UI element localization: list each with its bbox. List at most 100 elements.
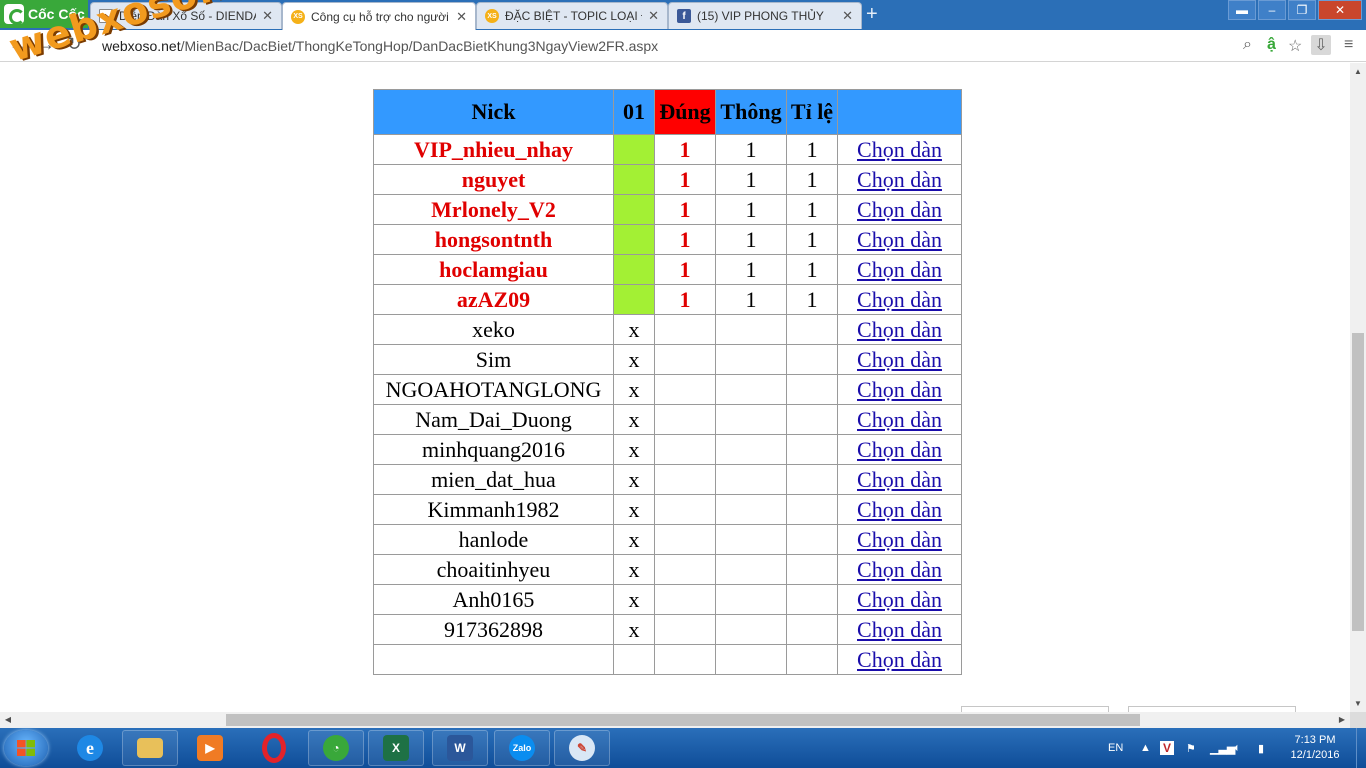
chon-dan-link[interactable]: Chọn dàn bbox=[857, 227, 942, 252]
file-explorer-icon[interactable] bbox=[122, 730, 178, 766]
close-icon[interactable]: ✕ bbox=[456, 9, 467, 25]
chon-dan-link[interactable]: Chọn dàn bbox=[857, 317, 942, 342]
tab-title: (15) VIP PHONG THỦY bbox=[697, 9, 824, 23]
show-desktop-button[interactable] bbox=[1356, 728, 1366, 768]
horizontal-scrollbar[interactable]: ◀ ▶ bbox=[0, 712, 1350, 728]
nick-cell: hanlode bbox=[373, 524, 614, 555]
coccoc-taskbar-icon[interactable]: ◔ bbox=[308, 730, 364, 766]
vertical-scroll-thumb[interactable] bbox=[1352, 333, 1364, 631]
tab-vip-phong-thuy[interactable]: f (15) VIP PHONG THỦY ✕ bbox=[668, 2, 862, 29]
table-row: nguyet 1 1 1 Chọn dàn bbox=[373, 164, 962, 195]
show-hidden-icons-icon[interactable]: ▲ bbox=[1140, 728, 1151, 768]
chon-dan-link[interactable]: Chọn dàn bbox=[857, 167, 942, 192]
ti-le-cell bbox=[786, 614, 838, 645]
dung-cell: 1 bbox=[654, 254, 716, 285]
battery-icon[interactable]: ▮ bbox=[1258, 728, 1264, 768]
chon-dan-link[interactable]: Chọn dàn bbox=[857, 557, 942, 582]
address-bar[interactable]: webxoso.net/MienBac/DacBiet/ThongKeTongH… bbox=[96, 34, 1238, 58]
chon-dan-link[interactable]: Chọn dàn bbox=[857, 377, 942, 402]
chon-dan-link[interactable]: Chọn dàn bbox=[857, 587, 942, 612]
chon-dan-link[interactable]: Chọn dàn bbox=[857, 497, 942, 522]
zalo-icon[interactable]: Zalo bbox=[494, 730, 550, 766]
chon-dan-link[interactable]: Chọn dàn bbox=[857, 347, 942, 372]
chon-dan-link[interactable]: Chọn dàn bbox=[857, 287, 942, 312]
nick-cell: VIP_nhieu_nhay bbox=[373, 134, 614, 165]
language-indicator[interactable]: EN bbox=[1108, 728, 1123, 768]
antivirus-tray-icon[interactable]: V bbox=[1160, 728, 1175, 768]
facebook-favicon-icon: f bbox=[677, 9, 691, 23]
flag-icon[interactable]: ⚑ bbox=[1186, 728, 1196, 768]
network-signal-icon[interactable]: ▁▃▅ bbox=[1210, 728, 1235, 768]
tab-cong-cu[interactable]: XS Công cụ hỗ trợ cho người ✕ bbox=[282, 2, 476, 30]
volume-icon[interactable]: 🔈︎ bbox=[1234, 728, 1241, 768]
chon-dan-link[interactable]: Chọn dàn bbox=[857, 437, 942, 462]
translate-icon[interactable]: ậ bbox=[1267, 36, 1276, 54]
settings-menu-icon[interactable]: ≡ bbox=[1344, 36, 1353, 54]
zoom-search-icon[interactable]: ⌕ bbox=[1243, 36, 1252, 54]
chon-dan-link[interactable]: Chọn dàn bbox=[857, 197, 942, 222]
close-icon[interactable]: ✕ bbox=[262, 8, 273, 24]
bookmark-star-icon[interactable]: ☆ bbox=[1288, 36, 1302, 56]
scroll-right-arrow-icon[interactable]: ▶ bbox=[1334, 712, 1350, 728]
dung-cell bbox=[654, 524, 716, 555]
paint-icon[interactable]: ✎ bbox=[554, 730, 610, 766]
nick-cell: hoclamgiau bbox=[373, 254, 614, 285]
table-row: hongsontnth 1 1 1 Chọn dàn bbox=[373, 224, 962, 255]
table-row: Sim x Chọn dàn bbox=[373, 344, 962, 375]
table-row: Mrlonely_V2 1 1 1 Chọn dàn bbox=[373, 194, 962, 225]
window-close-icon[interactable]: ✕ bbox=[1318, 0, 1362, 20]
chon-dan-link[interactable]: Chọn dàn bbox=[857, 527, 942, 552]
thong-cell bbox=[715, 344, 787, 375]
col-01-cell: x bbox=[613, 404, 655, 435]
ti-le-cell bbox=[786, 644, 838, 675]
chon-dan-link[interactable]: Chọn dàn bbox=[857, 407, 942, 432]
thong-cell bbox=[715, 434, 787, 465]
horizontal-scroll-thumb[interactable] bbox=[226, 714, 1140, 726]
header-ti-le: Tỉ lệ bbox=[786, 89, 838, 135]
excel-icon[interactable]: X bbox=[368, 730, 424, 766]
col-01-cell: x bbox=[613, 614, 655, 645]
download-icon[interactable]: ⇩ bbox=[1311, 35, 1331, 55]
col-01-cell: x bbox=[613, 434, 655, 465]
ti-le-cell: 1 bbox=[786, 224, 838, 255]
nick-cell: minhquang2016 bbox=[373, 434, 614, 465]
dung-cell: 1 bbox=[654, 224, 716, 255]
chon-dan-link[interactable]: Chọn dàn bbox=[857, 467, 942, 492]
system-clock[interactable]: 7:13 PM 12/1/2016 bbox=[1280, 733, 1350, 763]
action-cell: Chọn dàn bbox=[837, 164, 962, 195]
table-row: mien_dat_hua x Chọn dàn bbox=[373, 464, 962, 495]
scroll-down-arrow-icon[interactable]: ▼ bbox=[1350, 699, 1366, 708]
statistics-table: Nick 01 Đúng Thông Tỉ lệ VIP_nhieu_nhay 1… bbox=[373, 89, 962, 675]
menu-icon[interactable]: ▬ bbox=[1228, 0, 1256, 20]
scroll-up-arrow-icon[interactable]: ▲ bbox=[1350, 67, 1366, 76]
internet-explorer-icon[interactable]: e bbox=[62, 730, 118, 766]
ti-le-cell bbox=[786, 314, 838, 345]
minimize-icon[interactable]: – bbox=[1258, 0, 1286, 20]
close-icon[interactable]: ✕ bbox=[842, 8, 853, 24]
vertical-scrollbar[interactable]: ▲ ▼ bbox=[1350, 63, 1366, 712]
restore-icon[interactable]: ❐ bbox=[1288, 0, 1316, 20]
tab-title: ĐẶC BIỆT - TOPIC LOẠI ĐẶ bbox=[505, 9, 642, 23]
opera-icon[interactable] bbox=[246, 730, 302, 766]
scroll-left-arrow-icon[interactable]: ◀ bbox=[0, 712, 16, 728]
windows-start-button[interactable] bbox=[4, 730, 48, 766]
col-01-cell: x bbox=[613, 494, 655, 525]
word-icon[interactable]: W bbox=[432, 730, 488, 766]
nick-cell: NGOAHOTANGLONG bbox=[373, 374, 614, 405]
ti-le-cell: 1 bbox=[786, 194, 838, 225]
chon-dan-link[interactable]: Chọn dàn bbox=[857, 647, 942, 672]
chon-dan-link[interactable]: Chọn dàn bbox=[857, 617, 942, 642]
media-player-icon[interactable]: ▶ bbox=[182, 730, 238, 766]
tab-dac-biet[interactable]: XS ĐẶC BIỆT - TOPIC LOẠI ĐẶ ✕ bbox=[476, 2, 668, 29]
chon-dan-link[interactable]: Chọn dàn bbox=[857, 257, 942, 282]
thong-cell bbox=[715, 494, 787, 525]
close-icon[interactable]: ✕ bbox=[648, 8, 659, 24]
dung-cell bbox=[654, 404, 716, 435]
table-row: hanlode x Chọn dàn bbox=[373, 524, 962, 555]
chon-dan-link[interactable]: Chọn dàn bbox=[857, 137, 942, 162]
col-01-cell bbox=[613, 164, 655, 195]
header-dung: Đúng bbox=[654, 89, 716, 135]
action-cell: Chọn dàn bbox=[837, 494, 962, 525]
new-tab-plus-icon[interactable]: + bbox=[866, 4, 878, 24]
dung-cell bbox=[654, 464, 716, 495]
